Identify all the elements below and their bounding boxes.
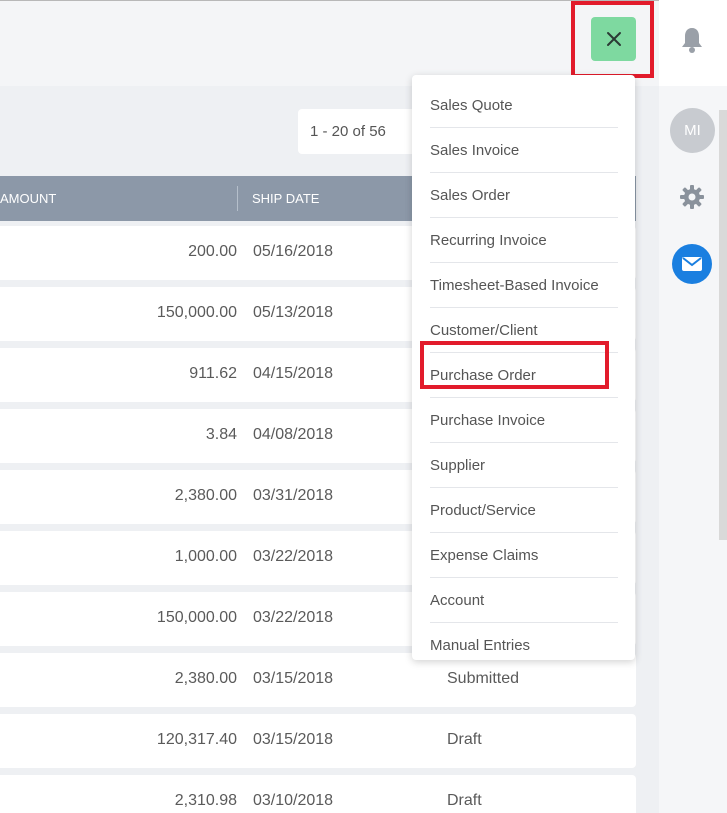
amount-cell: 1,000.00: [174, 548, 237, 565]
amount-cell: 2,380.00: [174, 670, 237, 687]
status-cell: Draft: [447, 731, 482, 748]
amount-cell: 3.84: [205, 426, 237, 443]
menu-item-label: Manual Entries: [430, 637, 531, 654]
menu-item-label: Recurring Invoice: [430, 232, 547, 249]
bell-icon[interactable]: [680, 26, 704, 54]
mail-icon: [682, 257, 702, 271]
ship-date-cell: 03/10/2018: [253, 792, 334, 809]
column-header-ship-date[interactable]: SHIP DATE: [252, 191, 319, 206]
close-button-highlight: [571, 1, 654, 78]
menu-item-label: Expense Claims: [430, 547, 539, 564]
menu-item-sales-order[interactable]: Sales Order: [430, 173, 618, 218]
menu-item-label: Purchase Invoice: [430, 412, 546, 429]
ship-date-cell: 03/31/2018: [253, 487, 334, 504]
menu-item-label: Product/Service: [430, 502, 536, 519]
column-divider: [237, 186, 238, 211]
ship-date-cell: 04/08/2018: [253, 426, 334, 443]
menu-item-purchase-invoice[interactable]: Purchase Invoice: [430, 398, 618, 443]
scrollbar[interactable]: [719, 110, 727, 540]
menu-item-expense-claims[interactable]: Expense Claims: [430, 533, 618, 578]
menu-item-label: Account: [430, 592, 485, 609]
status-cell: Draft: [447, 792, 482, 809]
status-cell: Submitted: [447, 670, 520, 687]
menu-item-label: Customer/Client: [430, 322, 538, 339]
ship-date-cell: 03/15/2018: [253, 670, 334, 687]
purchase-order-highlight: [420, 341, 609, 389]
ship-date-cell: 05/13/2018: [253, 304, 334, 321]
menu-item-label: Sales Order: [430, 187, 511, 204]
gear-icon[interactable]: [679, 184, 705, 210]
amount-cell: 911.62: [189, 365, 237, 382]
menu-item-label: Supplier: [430, 457, 486, 474]
menu-item-timesheet-based-invoice[interactable]: Timesheet-Based Invoice: [430, 263, 618, 308]
table-row[interactable]: 2,310.98 03/10/2018 Draft: [0, 775, 636, 813]
menu-item-supplier[interactable]: Supplier: [430, 443, 618, 488]
menu-item-recurring-invoice[interactable]: Recurring Invoice: [430, 218, 618, 263]
amount-cell: 2,310.98: [174, 792, 237, 809]
menu-item-product-service[interactable]: Product/Service: [430, 488, 618, 533]
amount-cell: 150,000.00: [156, 304, 237, 321]
amount-cell: 120,317.40: [156, 731, 237, 748]
menu-item-manual-entries[interactable]: Manual Entries: [430, 623, 618, 668]
mail-button[interactable]: [672, 244, 712, 284]
ship-date-cell: 03/22/2018: [253, 609, 334, 626]
amount-cell: 2,380.00: [174, 487, 237, 504]
ship-date-cell: 04/15/2018: [253, 365, 334, 382]
amount-cell: 200.00: [188, 243, 237, 260]
avatar[interactable]: MI: [670, 108, 715, 153]
ship-date-cell: 03/15/2018: [253, 731, 334, 748]
column-header-amount[interactable]: AMOUNT: [0, 191, 56, 206]
menu-item-label: Timesheet-Based Invoice: [430, 277, 599, 294]
ship-date-cell: 05/16/2018: [253, 243, 334, 260]
amount-cell: 150,000.00: [156, 609, 237, 626]
menu-item-label: Sales Invoice: [430, 142, 520, 159]
menu-item-account[interactable]: Account: [430, 578, 618, 623]
pagination-label: 1 - 20 of 56: [298, 109, 418, 154]
menu-item-sales-quote[interactable]: Sales Quote: [430, 83, 618, 128]
table-row[interactable]: 120,317.40 03/15/2018 Draft: [0, 714, 636, 768]
menu-item-label: Sales Quote: [430, 97, 513, 114]
ship-date-cell: 03/22/2018: [253, 548, 334, 565]
menu-item-sales-invoice[interactable]: Sales Invoice: [430, 128, 618, 173]
